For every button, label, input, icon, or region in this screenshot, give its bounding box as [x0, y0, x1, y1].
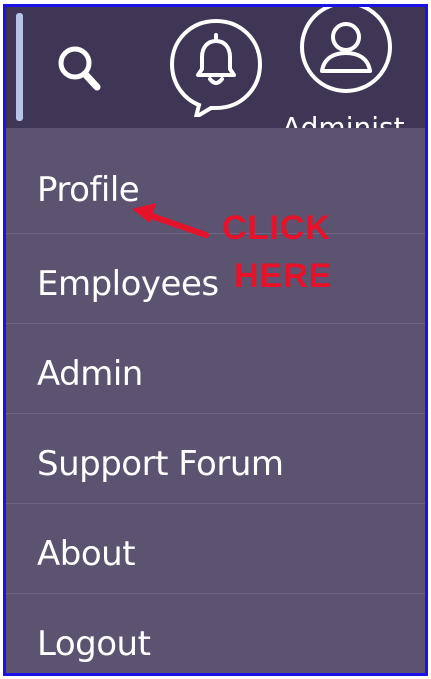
scrollbar-handle[interactable]: [16, 13, 23, 121]
search-icon: [58, 46, 101, 91]
search-button[interactable]: [53, 39, 109, 95]
user-dropdown-menu: Profile Employees Admin Support Forum Ab…: [6, 128, 425, 673]
menu-item-label: Admin: [37, 354, 143, 394]
menu-item-label: Employees: [37, 264, 219, 304]
menu-item-employees[interactable]: Employees: [6, 234, 425, 324]
menu-item-label: Profile: [37, 170, 140, 210]
menu-item-label: About: [37, 534, 136, 574]
menu-item-admin[interactable]: Admin: [6, 324, 425, 414]
user-menu-button[interactable]: [296, 7, 396, 97]
menu-item-support-forum[interactable]: Support Forum: [6, 414, 425, 504]
user-dropdown-frame: Administ Profile Employees Admin Support…: [3, 4, 428, 676]
top-bar: Administ: [6, 7, 425, 137]
menu-item-about[interactable]: About: [6, 504, 425, 594]
user-avatar-icon: [300, 7, 392, 93]
notifications-button[interactable]: [164, 13, 268, 122]
menu-item-profile[interactable]: Profile: [6, 128, 425, 234]
menu-item-label: Support Forum: [37, 444, 284, 484]
menu-item-label: Logout: [37, 624, 151, 664]
bell-icon: [169, 18, 263, 122]
menu-item-logout[interactable]: Logout: [6, 594, 425, 673]
